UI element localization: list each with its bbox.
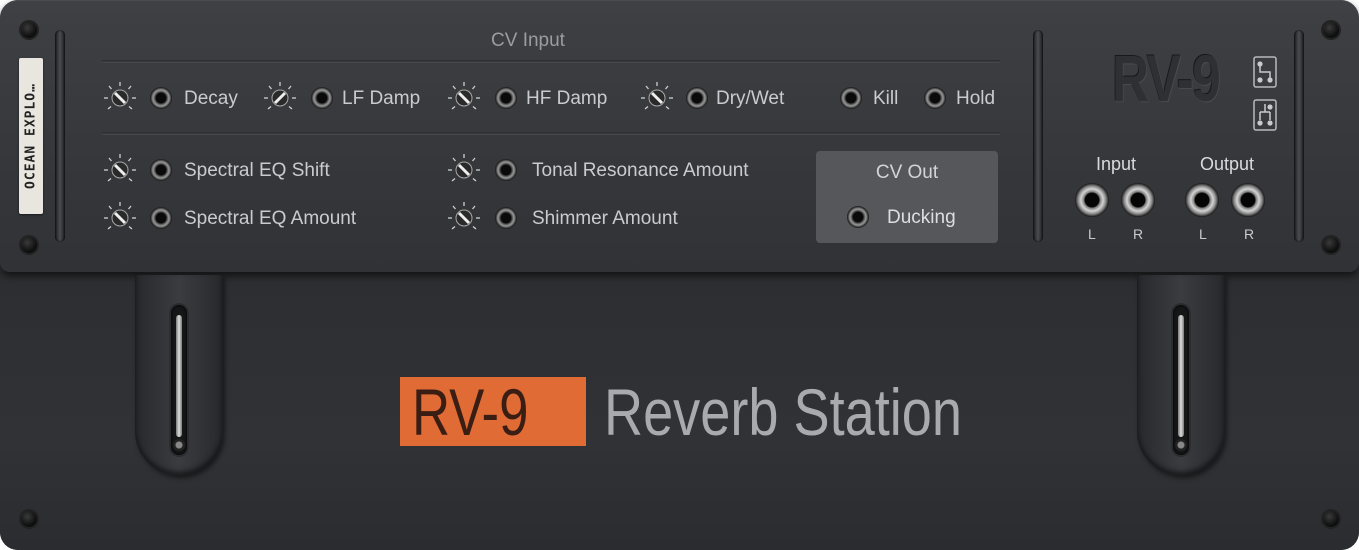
mounting-bracket [135, 275, 223, 475]
output-label: Output [1199, 154, 1255, 174]
screw-icon [21, 237, 37, 253]
cv-jack-icon[interactable] [924, 87, 946, 109]
model-engraving: RV-9 [1112, 41, 1221, 115]
screw-icon [21, 511, 37, 527]
panel-rail [1294, 30, 1304, 242]
output-right-label: R [1244, 226, 1255, 242]
bolt-icon [173, 439, 185, 451]
cv-jack-icon[interactable] [840, 87, 862, 109]
trim-knob-icon[interactable] [447, 153, 481, 187]
screw-icon [1323, 22, 1339, 38]
cv-jack-icon[interactable] [150, 159, 172, 181]
output-right-jack-icon[interactable] [1231, 183, 1265, 217]
trim-knob-icon[interactable] [447, 81, 481, 115]
panel-rail [55, 30, 65, 242]
screw-icon [21, 22, 37, 38]
cv-jack-icon[interactable] [495, 87, 517, 109]
trim-knob-icon[interactable] [263, 81, 297, 115]
brand-logo-box: RV-9 [400, 375, 586, 449]
panel-rail [1033, 30, 1043, 242]
input-label: Input [1095, 154, 1137, 174]
trim-knob-icon[interactable] [640, 81, 674, 115]
routing-series-icon[interactable] [1253, 56, 1277, 88]
routing-parallel-icon[interactable] [1253, 99, 1277, 131]
shimmer-amount-label: Shimmer Amount [532, 208, 678, 229]
cv-jack-icon[interactable] [686, 87, 708, 109]
trim-knob-icon[interactable] [103, 153, 137, 187]
brand-subtitle: Reverb Station [604, 375, 962, 449]
ducking-label: Ducking [887, 207, 956, 228]
cv-jack-icon[interactable] [150, 207, 172, 229]
divider [102, 60, 1000, 63]
kill-label: Kill [873, 88, 899, 109]
cv-jack-icon[interactable] [150, 87, 172, 109]
cv-jack-icon[interactable] [311, 87, 333, 109]
cv-jack-icon[interactable] [495, 207, 517, 229]
patch-name-label[interactable]: OCEAN EXPLO… [19, 58, 43, 214]
input-right-jack-icon[interactable] [1121, 183, 1155, 217]
dry-wet-label: Dry/Wet [716, 88, 785, 109]
cv-input-title: CV Input [491, 30, 565, 51]
cv-out-title: CV Out [875, 162, 939, 183]
screw-icon [1323, 237, 1339, 253]
spectral-eq-amount-label: Spectral EQ Amount [184, 208, 357, 229]
input-left-jack-icon[interactable] [1075, 183, 1109, 217]
brand-model-text: RV-9 [412, 375, 529, 449]
screw-icon [1323, 511, 1339, 527]
tonal-resonance-amount-label: Tonal Resonance Amount [532, 160, 749, 181]
trim-knob-icon[interactable] [103, 201, 137, 235]
cv-jack-icon[interactable] [495, 159, 517, 181]
output-left-jack-icon[interactable] [1185, 183, 1219, 217]
input-left-label: L [1088, 226, 1096, 242]
hold-label: Hold [956, 88, 996, 109]
cv-out-panel: CV Out Ducking [816, 151, 998, 243]
bracket-slot [171, 305, 187, 455]
spectral-eq-shift-label: Spectral EQ Shift [184, 160, 330, 181]
lf-damp-label: LF Damp [342, 88, 421, 109]
output-left-label: L [1199, 226, 1207, 242]
bracket-slot [1173, 305, 1189, 455]
divider [102, 132, 1000, 135]
trim-knob-icon[interactable] [447, 201, 481, 235]
cv-jack-icon[interactable] [847, 206, 869, 228]
trim-knob-icon[interactable] [103, 81, 137, 115]
hf-damp-label: HF Damp [526, 88, 608, 109]
patch-name-text: OCEAN EXPLO… [23, 83, 39, 189]
bolt-icon [1175, 439, 1187, 451]
rack-device: OCEAN EXPLO… CV Input Decay LF Damp HF D… [0, 0, 1359, 550]
decay-label: Decay [184, 88, 238, 109]
mounting-bracket [1137, 275, 1225, 475]
input-right-label: R [1133, 226, 1144, 242]
